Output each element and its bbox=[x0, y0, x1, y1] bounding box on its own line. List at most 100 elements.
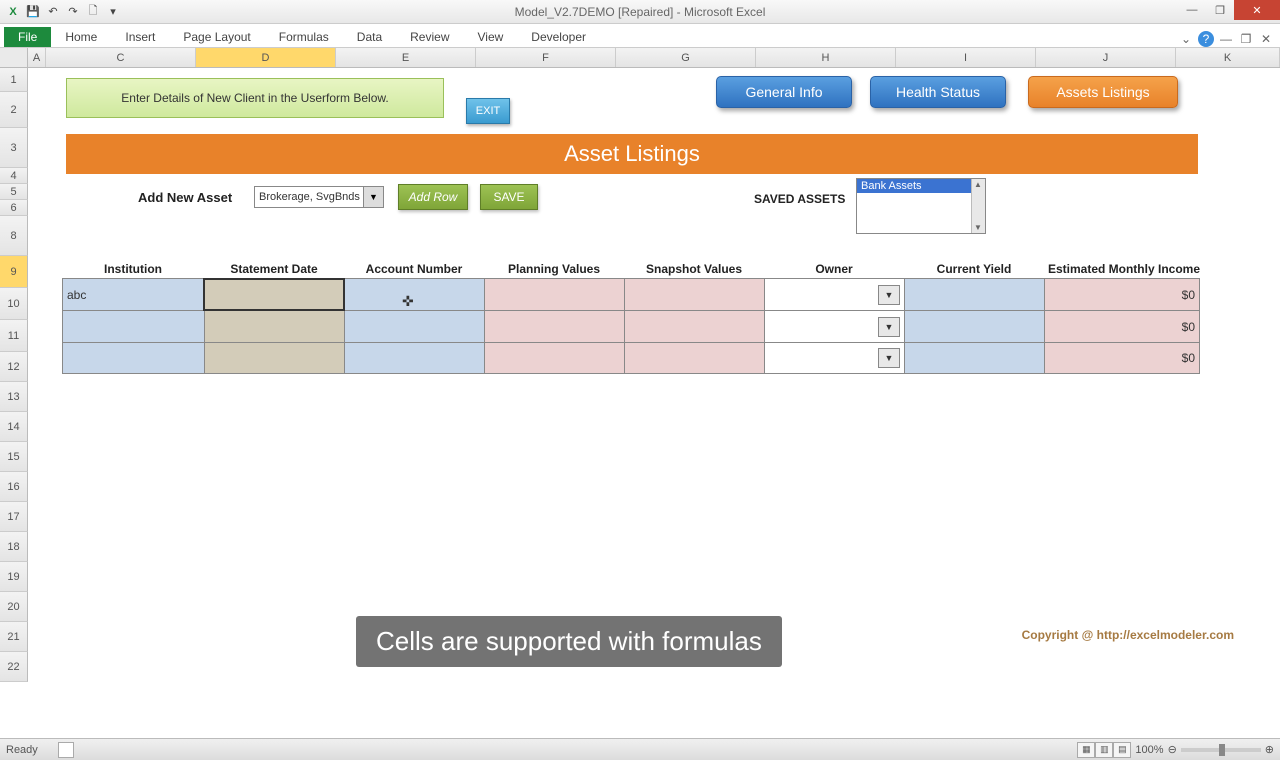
col-header[interactable]: G bbox=[616, 48, 756, 67]
row-header[interactable]: 12 bbox=[0, 352, 28, 382]
view-pagebreak-icon[interactable]: ▤ bbox=[1113, 742, 1131, 758]
ribbon-window-restore-icon[interactable]: ❐ bbox=[1238, 31, 1254, 47]
redo-icon[interactable]: ↷ bbox=[64, 3, 82, 21]
cell-current-yield[interactable] bbox=[904, 279, 1044, 310]
cell-snapshot-values[interactable] bbox=[624, 343, 764, 373]
ribbon-min-icon[interactable]: ⌄ bbox=[1178, 31, 1194, 47]
cell-income[interactable]: $0 bbox=[1044, 279, 1200, 310]
row-header[interactable]: 4 bbox=[0, 168, 28, 184]
row-header[interactable]: 6 bbox=[0, 200, 28, 216]
asset-type-dropdown[interactable]: Brokerage, SvgBnds ▼ bbox=[254, 186, 384, 208]
save-button[interactable]: SAVE bbox=[480, 184, 538, 210]
tab-formulas[interactable]: Formulas bbox=[265, 27, 343, 47]
maximize-button[interactable]: ❐ bbox=[1206, 0, 1234, 20]
chevron-down-icon[interactable]: ▼ bbox=[878, 348, 900, 368]
cell-snapshot-values[interactable] bbox=[624, 279, 764, 310]
view-normal-icon[interactable]: ▦ bbox=[1077, 742, 1095, 758]
chevron-down-icon[interactable]: ▼ bbox=[878, 317, 900, 337]
cell-owner[interactable]: ▼ bbox=[764, 343, 904, 373]
row-header[interactable]: 13 bbox=[0, 382, 28, 412]
tab-developer[interactable]: Developer bbox=[517, 27, 600, 47]
row-header[interactable]: 2 bbox=[0, 92, 28, 128]
help-icon[interactable]: ? bbox=[1198, 31, 1214, 47]
cell-institution[interactable]: abc bbox=[62, 279, 204, 310]
row-header[interactable]: 14 bbox=[0, 412, 28, 442]
cell-planning-values[interactable] bbox=[484, 343, 624, 373]
cell-planning-values[interactable] bbox=[484, 279, 624, 310]
row-header[interactable]: 18 bbox=[0, 532, 28, 562]
ribbon-window-min-icon[interactable]: — bbox=[1218, 31, 1234, 47]
exit-button[interactable]: EXIT bbox=[466, 98, 510, 124]
column-headers: A C D E F G H I J K bbox=[0, 48, 1280, 68]
tab-data[interactable]: Data bbox=[343, 27, 396, 47]
zoom-in-button[interactable]: ⊕ bbox=[1265, 743, 1274, 756]
cell-snapshot-values[interactable] bbox=[624, 311, 764, 342]
row-header[interactable]: 8 bbox=[0, 216, 28, 256]
add-row-button[interactable]: Add Row bbox=[398, 184, 468, 210]
row-header[interactable]: 20 bbox=[0, 592, 28, 622]
cell-institution[interactable] bbox=[62, 311, 204, 342]
row-header[interactable]: 21 bbox=[0, 622, 28, 652]
sheet-body[interactable]: Enter Details of New Client in the Userf… bbox=[28, 68, 1280, 682]
cell-planning-values[interactable] bbox=[484, 311, 624, 342]
tab-home[interactable]: Home bbox=[51, 27, 111, 47]
list-item[interactable]: Bank Assets bbox=[857, 179, 985, 193]
chevron-down-icon[interactable]: ▼ bbox=[878, 285, 900, 305]
zoom-slider[interactable] bbox=[1181, 748, 1261, 752]
tab-review[interactable]: Review bbox=[396, 27, 463, 47]
qat-dropdown-icon[interactable]: ▾ bbox=[104, 3, 122, 21]
select-all-corner[interactable] bbox=[0, 48, 28, 67]
row-header[interactable]: 3 bbox=[0, 128, 28, 168]
col-header[interactable]: H bbox=[756, 48, 896, 67]
row-header[interactable]: 11 bbox=[0, 320, 28, 352]
cell-account-number[interactable] bbox=[344, 311, 484, 342]
row-header[interactable]: 22 bbox=[0, 652, 28, 682]
row-header[interactable]: 16 bbox=[0, 472, 28, 502]
col-header[interactable]: A bbox=[28, 48, 46, 67]
cell-account-number[interactable] bbox=[344, 343, 484, 373]
cell-current-yield[interactable] bbox=[904, 311, 1044, 342]
cell-statement-date[interactable] bbox=[204, 279, 344, 310]
tab-view[interactable]: View bbox=[464, 27, 518, 47]
macro-record-icon[interactable] bbox=[58, 742, 74, 758]
nav-assets-listings-button[interactable]: Assets Listings bbox=[1028, 76, 1178, 108]
col-header[interactable]: E bbox=[336, 48, 476, 67]
minimize-button[interactable]: — bbox=[1178, 0, 1206, 20]
cell-institution[interactable] bbox=[62, 343, 204, 373]
cell-owner[interactable]: ▼ bbox=[764, 279, 904, 310]
row-header[interactable]: 17 bbox=[0, 502, 28, 532]
row-header[interactable]: 5 bbox=[0, 184, 28, 200]
cell-statement-date[interactable] bbox=[204, 343, 344, 373]
col-header[interactable]: I bbox=[896, 48, 1036, 67]
print-preview-icon[interactable]: 🗋 bbox=[84, 3, 102, 21]
col-header[interactable]: J bbox=[1036, 48, 1176, 67]
nav-health-status-button[interactable]: Health Status bbox=[870, 76, 1006, 108]
row-header[interactable]: 15 bbox=[0, 442, 28, 472]
save-icon[interactable]: 💾 bbox=[24, 3, 42, 21]
ribbon-window-close-icon[interactable]: ✕ bbox=[1258, 31, 1274, 47]
saved-assets-listbox[interactable]: Bank Assets bbox=[856, 178, 986, 234]
close-button[interactable]: ✕ bbox=[1234, 0, 1280, 20]
tab-page-layout[interactable]: Page Layout bbox=[169, 27, 264, 47]
col-header[interactable]: C bbox=[46, 48, 196, 67]
row-header[interactable]: 19 bbox=[0, 562, 28, 592]
cell-statement-date[interactable] bbox=[204, 311, 344, 342]
view-layout-icon[interactable]: ▥ bbox=[1095, 742, 1113, 758]
tab-file[interactable]: File bbox=[4, 27, 51, 47]
scrollbar[interactable] bbox=[971, 179, 985, 233]
cell-owner[interactable]: ▼ bbox=[764, 311, 904, 342]
cell-account-number[interactable] bbox=[344, 279, 484, 310]
nav-general-info-button[interactable]: General Info bbox=[716, 76, 852, 108]
cell-current-yield[interactable] bbox=[904, 343, 1044, 373]
undo-icon[interactable]: ↶ bbox=[44, 3, 62, 21]
row-header[interactable]: 10 bbox=[0, 288, 28, 320]
col-header[interactable]: D bbox=[196, 48, 336, 67]
row-header[interactable]: 9 bbox=[0, 256, 28, 288]
row-header[interactable]: 1 bbox=[0, 68, 28, 92]
tab-insert[interactable]: Insert bbox=[111, 27, 169, 47]
cell-income[interactable]: $0 bbox=[1044, 311, 1200, 342]
zoom-out-button[interactable]: ⊖ bbox=[1168, 743, 1177, 756]
col-header[interactable]: K bbox=[1176, 48, 1280, 67]
col-header[interactable]: F bbox=[476, 48, 616, 67]
cell-income[interactable]: $0 bbox=[1044, 343, 1200, 373]
